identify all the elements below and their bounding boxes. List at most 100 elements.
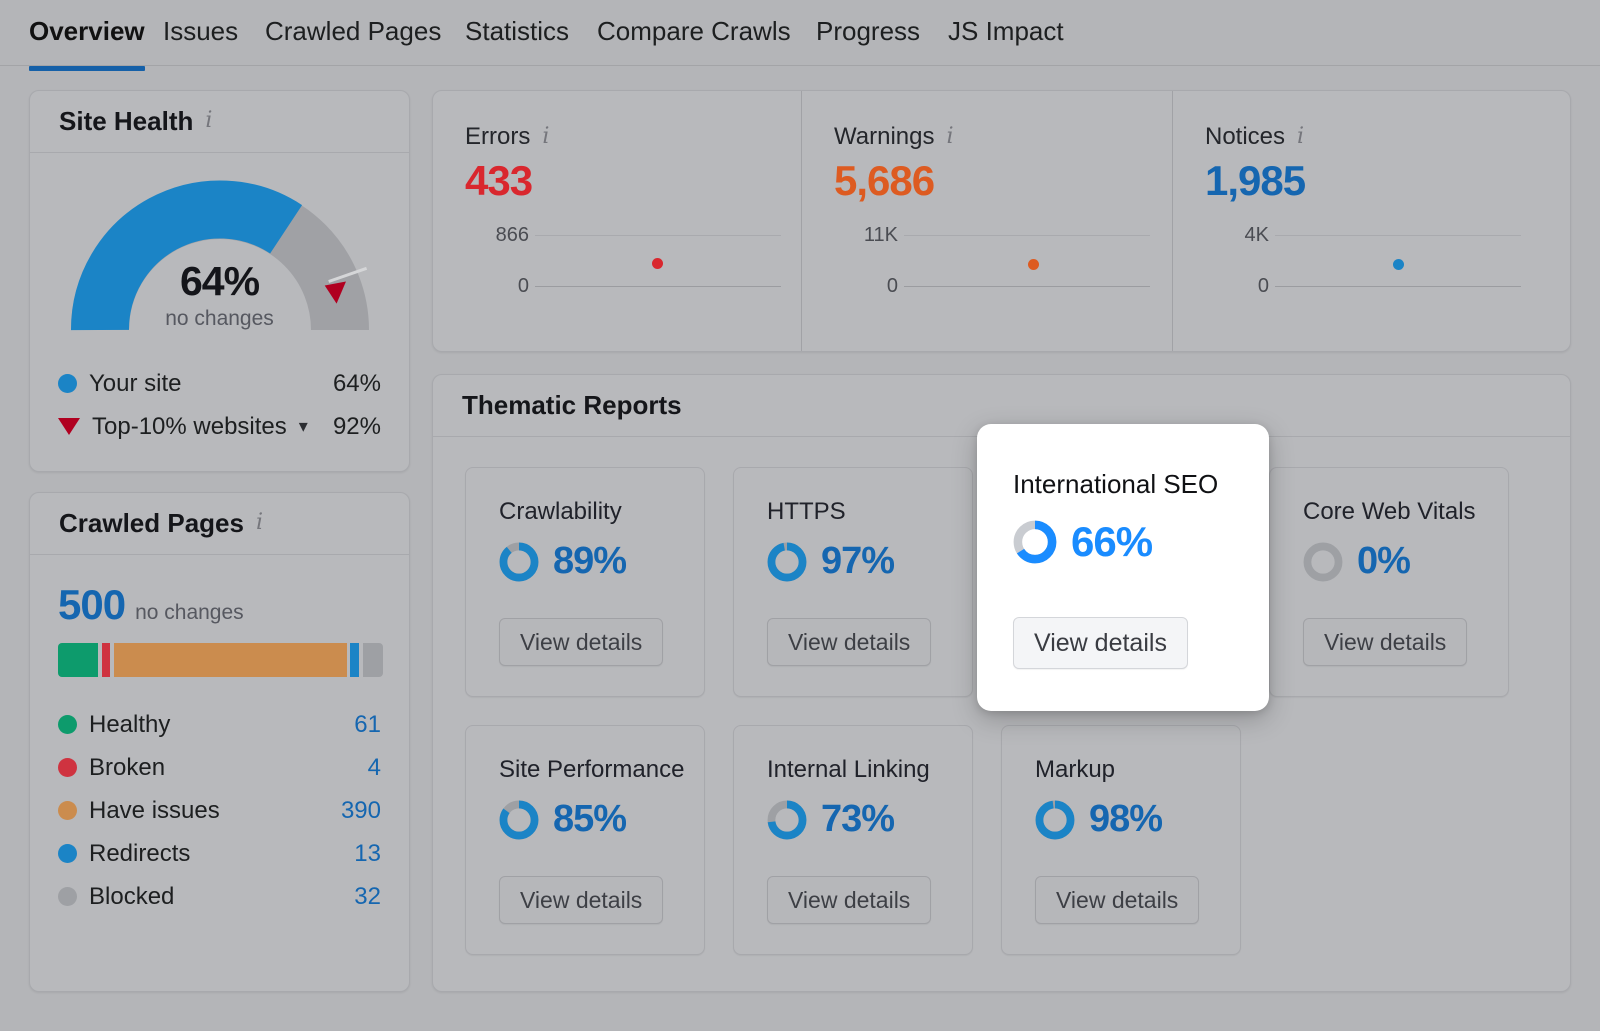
sparkline-bottom-tick: 0 <box>886 275 898 297</box>
legend-row-top-10-websites[interactable]: Top-10% websites ▾ 92% <box>58 405 381 448</box>
progress-ring-icon <box>1035 800 1075 839</box>
thematic-reports-title: Thematic Reports <box>462 390 682 420</box>
view-details-button[interactable]: View details <box>1035 876 1200 924</box>
legend-value[interactable]: 390 <box>313 797 381 825</box>
popup-card-score: 66% <box>1013 518 1269 566</box>
progress-ring-icon <box>1303 542 1343 581</box>
thematic-card-title: Site Performance <box>499 756 685 783</box>
thematic-card-markup[interactable]: Markup 98% View details <box>1001 725 1241 955</box>
stat-notices: Notices i 1,985 4K 0 <box>1172 91 1570 351</box>
legend-item-redirects[interactable]: Redirects 13 <box>58 832 381 875</box>
issue-stats-panel: Errors i 433 866 0 Warnings i 5,686 11K 0 <box>432 90 1571 352</box>
sparkline-top-tick: 866 <box>495 224 529 246</box>
view-details-button[interactable]: View details <box>499 876 664 924</box>
thematic-card-score: 89% <box>499 540 704 583</box>
info-icon[interactable]: i <box>946 126 953 148</box>
crawled-pages-stacked-bar <box>58 643 383 677</box>
tab-overview[interactable]: Overview <box>29 16 145 71</box>
info-icon[interactable]: i <box>542 126 549 148</box>
stat-value[interactable]: 433 <box>465 157 801 205</box>
legend-label: Redirects <box>89 839 191 867</box>
popup-card-title: International SEO <box>1013 469 1219 499</box>
thematic-card-score: 97% <box>767 540 972 583</box>
legend-value[interactable]: 61 <box>313 711 381 739</box>
thematic-card-title: Crawlability <box>499 498 622 525</box>
info-icon[interactable]: i <box>256 511 263 534</box>
stat-label: Notices i <box>1205 123 1305 150</box>
tab-compare-crawls[interactable]: Compare Crawls <box>597 16 791 69</box>
tab-progress[interactable]: Progress <box>816 16 920 69</box>
crawled-pages-change: no changes <box>135 601 244 624</box>
sparkline-point[interactable] <box>1393 259 1404 270</box>
legend-label: Top-10% websites <box>92 412 287 440</box>
bar-segment-healthy <box>58 643 98 677</box>
view-details-button[interactable]: View details <box>767 876 932 924</box>
site-health-gauge: 64% no changes <box>70 180 370 340</box>
tab-statistics[interactable]: Statistics <box>465 16 569 69</box>
thematic-card-percent: 89% <box>553 540 627 582</box>
sparkline-bottom-tick: 0 <box>517 275 529 297</box>
crawled-pages-total-row: 500 no changes <box>58 581 381 629</box>
info-icon[interactable]: i <box>1297 126 1304 148</box>
legend-dot-icon <box>58 374 77 393</box>
legend-item-have-issues[interactable]: Have issues 390 <box>58 789 381 832</box>
thematic-card-internal-linking[interactable]: Internal Linking 73% View details <box>733 725 973 955</box>
thematic-card-percent: 97% <box>821 540 895 582</box>
thematic-card-percent: 85% <box>553 798 627 840</box>
thematic-card-score: 85% <box>499 798 704 841</box>
crawled-pages-title: Crawled Pages <box>59 508 244 538</box>
progress-ring-icon <box>499 800 539 839</box>
legend-value[interactable]: 4 <box>313 754 381 782</box>
bar-segment-blocked <box>362 643 383 677</box>
legend-dot-icon <box>58 801 77 820</box>
sparkline-point[interactable] <box>652 258 663 269</box>
progress-ring-icon <box>767 542 807 581</box>
legend-value[interactable]: 32 <box>313 883 381 911</box>
legend-row-your-site: Your site 64% <box>58 362 381 405</box>
legend-item-blocked[interactable]: Blocked 32 <box>58 875 381 918</box>
tab-crawled-pages[interactable]: Crawled Pages <box>265 16 441 69</box>
sparkline-top-gridline <box>1275 235 1521 236</box>
progress-ring-icon <box>1013 520 1057 564</box>
site-health-panel: Site Health i 64% no changes Your site 6… <box>29 90 410 472</box>
stat-warnings: Warnings i 5,686 11K 0 <box>801 91 1172 351</box>
thematic-card-score: 0% <box>1303 540 1508 583</box>
tab-issues[interactable]: Issues <box>163 16 238 69</box>
thematic-card-percent: 0% <box>1357 540 1411 582</box>
legend-triangle-icon <box>58 418 80 435</box>
site-health-change: no changes <box>165 307 274 330</box>
thematic-card-title: Markup <box>1035 756 1116 783</box>
view-details-button[interactable]: View details <box>1303 618 1468 666</box>
thematic-card-https[interactable]: HTTPS 97% View details <box>733 467 973 697</box>
chevron-down-icon[interactable]: ▾ <box>299 416 308 437</box>
thematic-card-percent: 98% <box>1089 798 1163 840</box>
crawled-pages-total: 500 <box>58 581 126 628</box>
popup-view-details-button[interactable]: View details <box>1013 617 1188 669</box>
stat-label: Warnings i <box>834 123 954 150</box>
sparkline-baseline <box>1275 286 1521 287</box>
legend-item-healthy[interactable]: Healthy 61 <box>58 703 381 746</box>
gauge-center-labels: 64% no changes <box>70 258 370 331</box>
legend-dot-icon <box>58 758 77 777</box>
sparkline-top-gridline <box>535 235 781 236</box>
view-details-button[interactable]: View details <box>499 618 664 666</box>
info-icon[interactable]: i <box>205 109 212 132</box>
legend-value[interactable]: 13 <box>313 840 381 868</box>
main-tabs: Overview Issues Crawled Pages Statistics… <box>0 0 1600 71</box>
highlighted-international-seo-card[interactable]: International SEO 66% View details <box>977 424 1269 711</box>
thematic-card-title: Internal Linking <box>767 756 930 783</box>
sparkline-baseline <box>535 286 781 287</box>
site-health-header: Site Health i <box>30 91 409 153</box>
tab-js-impact[interactable]: JS Impact <box>948 16 1064 69</box>
view-details-button[interactable]: View details <box>767 618 932 666</box>
stat-value[interactable]: 5,686 <box>834 157 1172 205</box>
sparkline-top-gridline <box>904 235 1150 236</box>
thematic-card-core-web-vitals[interactable]: Core Web Vitals 0% View details <box>1269 467 1509 697</box>
thematic-card-crawlability[interactable]: Crawlability 89% View details <box>465 467 705 697</box>
legend-item-broken[interactable]: Broken 4 <box>58 746 381 789</box>
bar-segment-redirects <box>350 643 359 677</box>
thematic-card-site-performance[interactable]: Site Performance 85% View details <box>465 725 705 955</box>
legend-dot-icon <box>58 887 77 906</box>
sparkline-point[interactable] <box>1028 259 1039 270</box>
stat-value[interactable]: 1,985 <box>1205 157 1570 205</box>
